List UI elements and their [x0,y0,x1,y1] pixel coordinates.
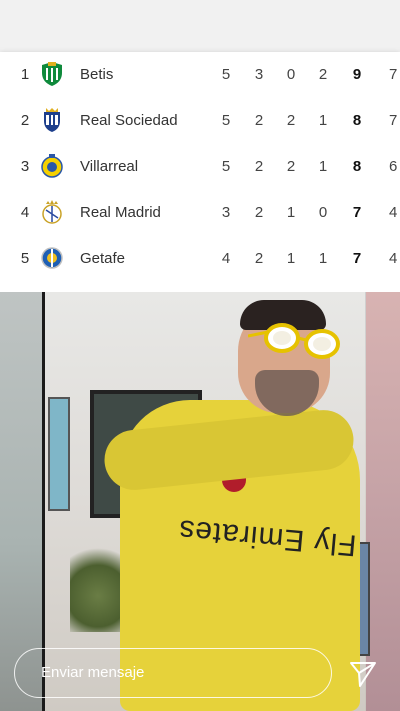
standings-table: 1 Betis 5 3 0 2 9 7 2 Real Sociedad 5 2 … [0,52,400,292]
betis-crest-icon [42,62,62,86]
draws: 2 [286,158,296,175]
team-name: Villarreal [80,158,139,175]
row-position: 3 [20,158,30,175]
real-sociedad-crest-icon [44,108,60,132]
wins: 2 [254,112,264,129]
draws: 0 [286,66,296,83]
draws: 1 [286,250,296,267]
games-played: 5 [221,66,231,83]
table-row[interactable]: 2 Real Sociedad 5 2 2 1 8 7 [0,98,400,144]
points: 9 [352,66,362,83]
losses: 1 [318,158,328,175]
table-row[interactable]: 3 Villarreal 5 2 2 1 8 6 [0,144,400,190]
send-icon[interactable] [348,659,378,689]
games-played: 4 [221,250,231,267]
wins: 3 [254,66,264,83]
team-name: Betis [80,66,114,83]
team-name: Real Madrid [80,204,161,221]
send-message-placeholder: Enviar mensaje [41,664,145,681]
right-blur-panel [366,292,400,711]
losses: 1 [318,112,328,129]
send-message-input[interactable]: Enviar mensaje [14,648,332,698]
table-row[interactable]: 5 Getafe 4 2 1 1 7 4 [0,236,400,282]
games-played: 5 [221,158,231,175]
row-position: 1 [20,66,30,83]
villarreal-crest-icon [41,154,63,178]
row-position: 4 [20,204,30,221]
points: 7 [352,204,362,221]
team-name: Real Sociedad [80,112,178,129]
row-position: 5 [20,250,30,267]
wall-frame-left [48,397,70,511]
wins: 2 [254,158,264,175]
points: 8 [352,158,362,175]
row-position: 2 [20,112,30,129]
losses: 0 [318,204,328,221]
table-row[interactable]: 1 Betis 5 3 0 2 9 7 [0,52,400,98]
wins: 2 [254,250,264,267]
goal-column: 4 [389,250,398,267]
losses: 2 [318,66,328,83]
real-madrid-crest-icon [42,200,62,224]
table-row[interactable]: 4 Real Madrid 3 2 1 0 7 4 [0,190,400,236]
team-name: Getafe [80,250,126,267]
goal-column: 7 [389,66,398,83]
losses: 1 [318,250,328,267]
wins: 2 [254,204,264,221]
sunglasses-icon [248,323,340,359]
draws: 1 [286,204,296,221]
games-played: 5 [221,112,231,129]
draws: 2 [286,112,296,129]
goal-column: 7 [389,112,398,129]
points: 8 [352,112,362,129]
games-played: 3 [221,204,231,221]
goal-column: 4 [389,204,398,221]
goal-column: 6 [389,158,398,175]
points: 7 [352,250,362,267]
getafe-crest-icon [41,247,63,269]
